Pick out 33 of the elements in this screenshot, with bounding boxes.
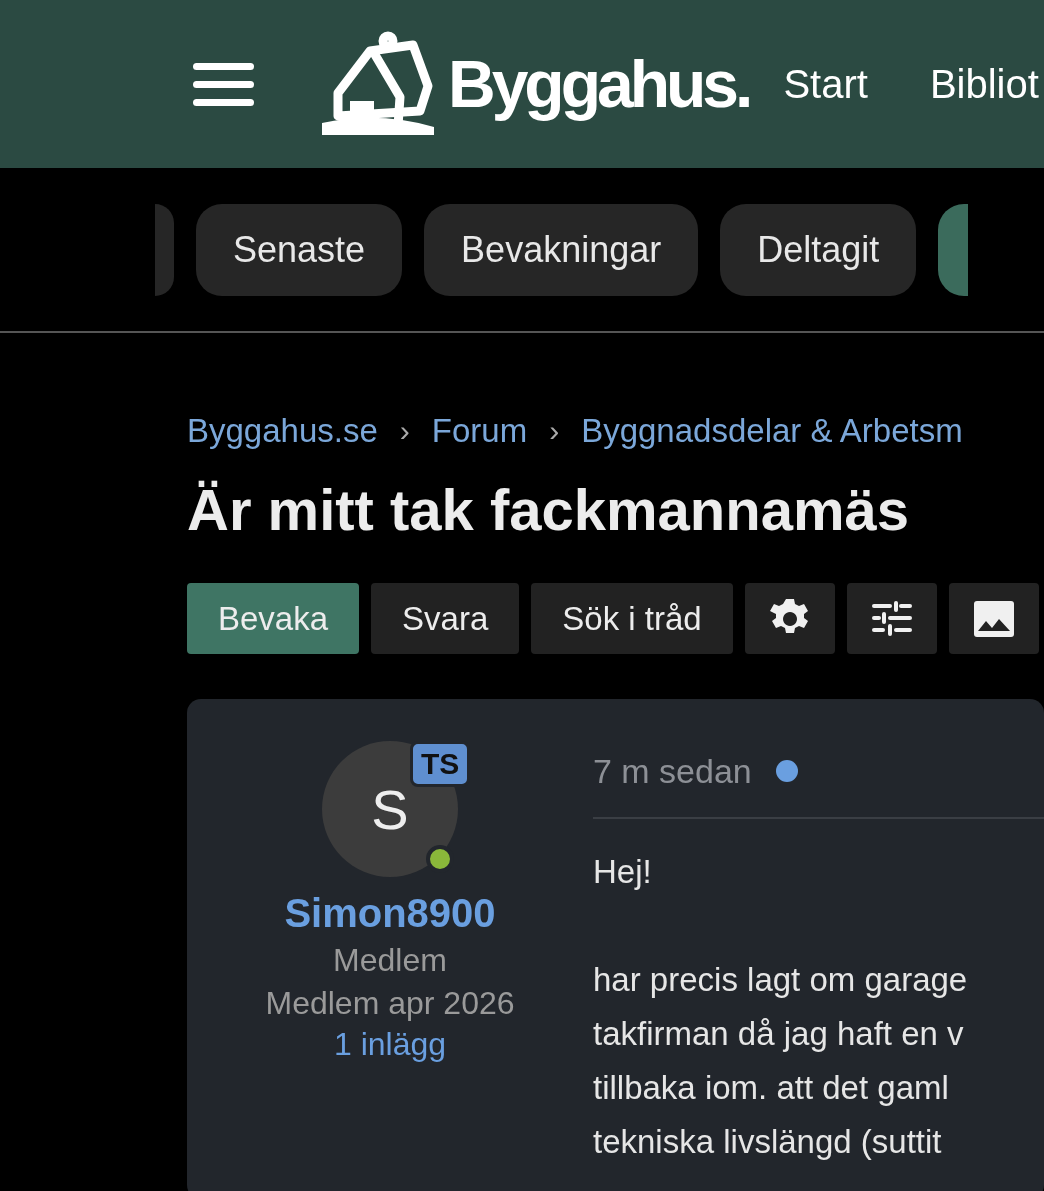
tab[interactable]: Bevakningar [424, 203, 699, 296]
breadcrumb-link[interactable]: Forum [431, 412, 528, 450]
breadcrumb-link[interactable]: Byggahus.se [187, 412, 378, 450]
post-text-line: takfirman då jag haft en v [593, 1014, 965, 1054]
menu-button[interactable] [193, 62, 254, 106]
post-text-line: tillbaka iom. att det gaml [593, 1068, 950, 1108]
tab[interactable]: Deltagit [720, 203, 917, 296]
sliders-icon [871, 601, 912, 636]
breadcrumb-link[interactable]: Byggnadsdelar & Arbetsm [581, 412, 963, 450]
image-icon [973, 600, 1014, 637]
nav-link[interactable]: Bibliot [929, 61, 1039, 107]
post-time[interactable]: 7 m sedan [593, 751, 752, 791]
member-since: Medlem apr 2026 [265, 985, 515, 1022]
media-button[interactable] [948, 583, 1039, 654]
logo-text[interactable]: Byggahus. [448, 46, 750, 122]
post-text-line: har precis lagt om garage [593, 960, 969, 1000]
menu-icon [193, 62, 254, 106]
user-role: Medlem [333, 942, 447, 979]
tab[interactable]: Senaste [196, 203, 403, 296]
thread-title: Är mitt tak fackmannamäs [187, 476, 911, 543]
breadcrumb-separator: › [549, 414, 560, 448]
post-text-line: tekniska livslängd (suttit [593, 1122, 943, 1162]
action-button[interactable]: Sök i tråd [531, 583, 733, 654]
post-count-link[interactable]: 1 inlägg [333, 1026, 447, 1063]
action-button[interactable]: Bevaka [187, 583, 360, 654]
tab[interactable] [938, 203, 969, 296]
breadcrumb-separator: › [399, 414, 410, 448]
settings-button[interactable] [744, 583, 835, 654]
action-button[interactable]: Svara [371, 583, 520, 654]
filter-button[interactable] [846, 583, 937, 654]
username-link[interactable]: Simon8900 [284, 891, 496, 936]
post-text-line: Hej! [593, 852, 653, 892]
nav-link[interactable]: Start [783, 61, 868, 107]
